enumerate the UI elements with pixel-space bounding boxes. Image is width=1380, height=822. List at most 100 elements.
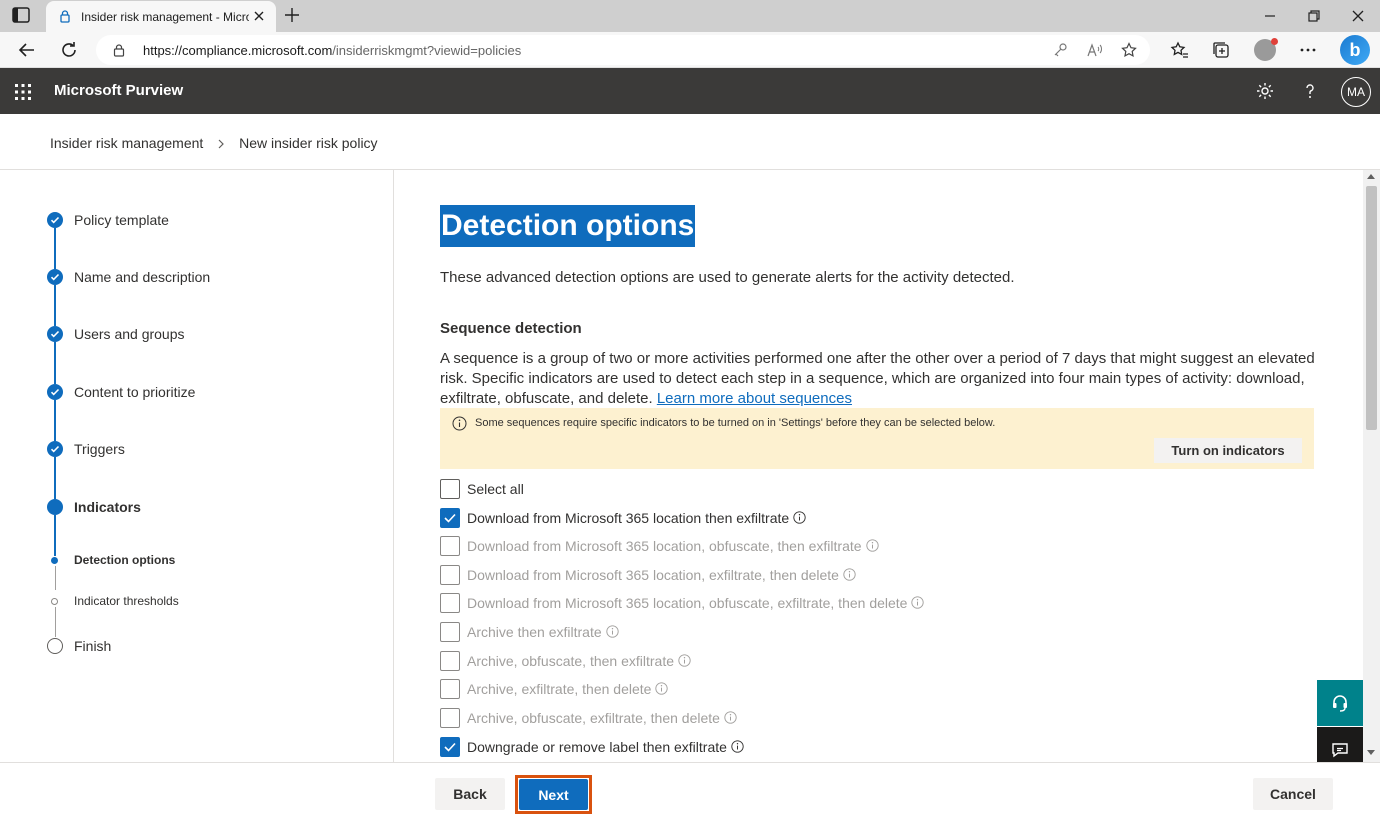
step-pending-ring-icon [47, 638, 63, 654]
tab-actions-icon[interactable] [12, 7, 32, 25]
address-bar: https://compliance.microsoft.com/insider… [0, 32, 1380, 68]
breadcrumb-current: New insider risk policy [239, 135, 378, 152]
step-connector [54, 457, 56, 499]
info-icon[interactable] [678, 654, 691, 667]
info-icon [452, 416, 467, 431]
sequence-option-label: Archive, exfiltrate, then delete [467, 681, 669, 697]
bing-chat-icon[interactable]: b [1340, 35, 1370, 65]
step-connector [54, 342, 56, 384]
help-question-icon[interactable] [1300, 81, 1320, 101]
lock-favicon-icon [58, 9, 72, 23]
read-aloud-icon[interactable] [1086, 42, 1102, 58]
step-connector [55, 607, 56, 637]
step-users-and-groups[interactable]: Users and groups [74, 326, 185, 342]
step-completed-check-icon [47, 326, 63, 342]
substep-indicator-thresholds[interactable]: Indicator thresholds [74, 594, 179, 608]
wizard-footer: Back Next Cancel [0, 762, 1380, 822]
sequence-option-label: Archive, obfuscate, exfiltrate, then del… [467, 710, 737, 726]
step-name-and-description[interactable]: Name and description [74, 269, 210, 285]
more-icon[interactable] [1298, 40, 1318, 60]
checkbox-checked[interactable] [440, 737, 460, 757]
page-title: Detection options [440, 205, 696, 247]
info-icon[interactable] [843, 568, 856, 581]
vertical-scrollbar[interactable] [1363, 170, 1380, 762]
section-description-text: A sequence is a group of two or more act… [440, 350, 1315, 407]
step-finish[interactable]: Finish [74, 638, 111, 654]
step-completed-check-icon [47, 269, 63, 285]
sequence-option-label: Archive then exfiltrate [467, 624, 619, 640]
app-name[interactable]: Microsoft Purview [54, 82, 183, 99]
select-all-checkbox[interactable] [440, 479, 460, 499]
add-favorite-icon[interactable] [1121, 42, 1137, 58]
url-field[interactable]: https://compliance.microsoft.com/insider… [96, 35, 1150, 65]
next-button[interactable]: Next [519, 779, 588, 810]
scroll-up-arrow-icon[interactable] [1367, 174, 1375, 179]
minimize-icon[interactable] [1262, 8, 1278, 24]
sequence-option-label: Archive, obfuscate, then exfiltrate [467, 653, 691, 669]
restore-icon[interactable] [1306, 8, 1322, 24]
refresh-icon[interactable] [59, 40, 79, 60]
checkbox-checked[interactable] [440, 508, 460, 528]
info-icon[interactable] [655, 682, 669, 695]
scrollbar-thumb[interactable] [1366, 186, 1377, 430]
checkbox-unchecked[interactable] [440, 593, 460, 613]
checkbox-unchecked[interactable] [440, 565, 460, 585]
step-completed-check-icon [47, 441, 63, 457]
close-window-icon[interactable] [1350, 8, 1366, 24]
info-icon[interactable] [865, 539, 879, 552]
warning-banner: Some sequences require specific indicato… [440, 408, 1314, 469]
checkbox-unchecked[interactable] [440, 622, 460, 642]
favorites-icon[interactable] [1169, 40, 1189, 60]
new-tab-icon[interactable] [284, 7, 300, 23]
sequence-option-label: Download from Microsoft 365 location the… [467, 510, 806, 526]
checkbox-unchecked[interactable] [440, 651, 460, 671]
browser-tab-strip: Insider risk management - Micro [0, 0, 1380, 32]
step-current-dot-icon [47, 499, 63, 515]
chevron-right-icon [215, 137, 227, 149]
profile-avatar[interactable] [1254, 38, 1278, 61]
back-button[interactable]: Back [435, 778, 505, 810]
select-all-label: Select all [467, 481, 524, 497]
info-icon[interactable] [605, 625, 619, 638]
browser-tab[interactable]: Insider risk management - Micro [46, 1, 276, 32]
step-content-to-prioritize[interactable]: Content to prioritize [74, 384, 195, 400]
step-connector [54, 515, 56, 556]
chat-bubble-icon [1332, 743, 1348, 758]
step-completed-check-icon [47, 212, 63, 228]
collections-icon[interactable] [1211, 40, 1231, 60]
step-policy-template[interactable]: Policy template [74, 212, 169, 228]
learn-more-link[interactable]: Learn more about sequences [657, 390, 852, 407]
back-arrow-icon[interactable] [17, 40, 37, 60]
substep-current-dot-icon [51, 557, 58, 564]
url-text: https://compliance.microsoft.com/insider… [143, 43, 522, 58]
step-connector [54, 285, 56, 326]
step-indicators[interactable]: Indicators [74, 499, 141, 515]
scroll-down-arrow-icon[interactable] [1367, 750, 1375, 755]
info-icon[interactable] [731, 740, 744, 753]
intro-text: These advanced detection options are use… [440, 269, 1015, 286]
checkbox-unchecked[interactable] [440, 708, 460, 728]
step-connector [54, 400, 56, 441]
info-icon[interactable] [724, 711, 737, 724]
section-title: Sequence detection [440, 320, 582, 337]
key-icon[interactable] [1052, 42, 1068, 58]
checkbox-unchecked[interactable] [440, 679, 460, 699]
step-triggers[interactable]: Triggers [74, 441, 125, 457]
close-tab-icon[interactable] [252, 9, 266, 23]
user-avatar[interactable]: MA [1341, 77, 1371, 107]
step-completed-check-icon [47, 384, 63, 400]
section-description: A sequence is a group of two or more act… [440, 349, 1320, 409]
sequence-option-label: Download from Microsoft 365 location, ob… [467, 538, 879, 554]
sequence-option-label: Downgrade or remove label then exfiltrat… [467, 739, 744, 755]
cancel-button[interactable]: Cancel [1253, 778, 1333, 810]
help-assistant-button[interactable] [1317, 680, 1363, 726]
checkbox-unchecked[interactable] [440, 536, 460, 556]
turn-on-indicators-button[interactable]: Turn on indicators [1154, 438, 1302, 463]
info-icon[interactable] [793, 511, 806, 524]
breadcrumb-root-link[interactable]: Insider risk management [50, 135, 203, 151]
app-launcher-icon[interactable] [15, 84, 31, 100]
info-icon[interactable] [911, 596, 925, 609]
substep-detection-options[interactable]: Detection options [74, 553, 175, 567]
settings-gear-icon[interactable] [1255, 81, 1275, 101]
substep-pending-ring-icon [51, 598, 58, 605]
